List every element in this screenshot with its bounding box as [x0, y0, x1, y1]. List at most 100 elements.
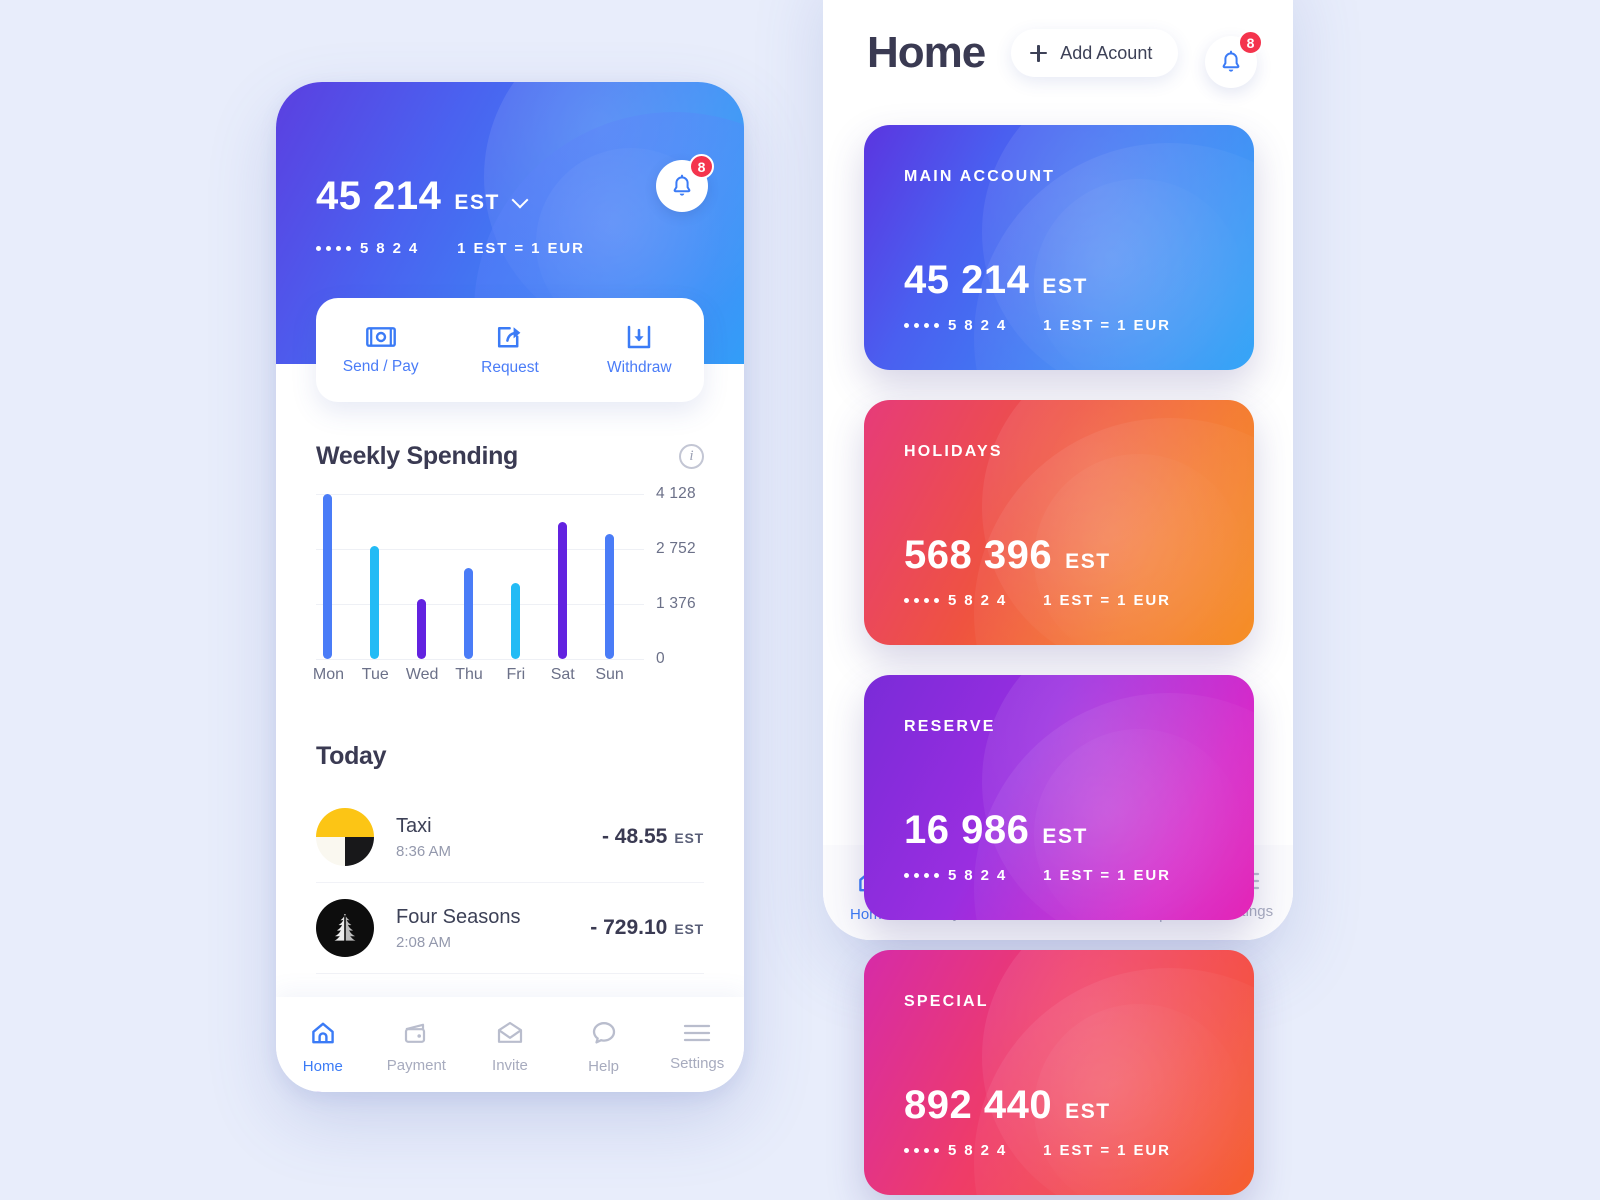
- action-request[interactable]: Request: [445, 324, 574, 377]
- card-mask-dots-icon: [904, 873, 939, 878]
- chart-bar[interactable]: [323, 494, 333, 659]
- account-balance-amount: 45 214: [904, 258, 1030, 302]
- account-card-last4: 5 8 2 4: [948, 317, 1008, 334]
- account-card-last4: 5 8 2 4: [948, 592, 1008, 609]
- transaction-time: 8:36 AM: [396, 842, 452, 860]
- account-name: SPECIAL: [904, 993, 989, 1010]
- chart-y-tick-label: 2 752: [656, 540, 696, 557]
- chart-bar[interactable]: [604, 533, 614, 659]
- account-balance: 568 396 EST: [904, 533, 1111, 578]
- four-seasons-avatar: [316, 899, 374, 957]
- action-send-pay[interactable]: Send / Pay: [316, 325, 445, 376]
- card-mask-dots-icon: [904, 1148, 939, 1153]
- chart-bar[interactable]: [510, 583, 520, 659]
- transaction-info: Four Seasons 2:08 AM: [396, 906, 590, 951]
- weekly-spending-chart: 0 1 376 2 752 4 128 Mon Tue Wed Thu Fri Sat Sun: [312, 485, 708, 683]
- account-balance-currency: EST: [1042, 275, 1088, 298]
- page-title: Home: [867, 28, 986, 77]
- account-exchange-rate: 1 EST = 1 EUR: [1043, 317, 1171, 334]
- chart-bar[interactable]: [370, 546, 380, 659]
- banknote-icon: [365, 326, 396, 347]
- nav-item-home[interactable]: Home: [276, 1020, 370, 1075]
- hero-balance[interactable]: 45 214 EST: [316, 174, 528, 219]
- account-name: MAIN ACCOUNT: [904, 168, 1056, 185]
- transaction-amount-currency: EST: [674, 830, 704, 846]
- chart-bar[interactable]: [464, 567, 473, 659]
- account-balance-currency: EST: [1065, 550, 1111, 573]
- plus-icon: [1030, 44, 1048, 62]
- action-label: Withdraw: [607, 358, 672, 376]
- account-balance-currency: EST: [1065, 1100, 1111, 1123]
- account-card[interactable]: SPECIAL 892 440 EST 5 8 2 4 1 EST = 1 EUR: [864, 950, 1254, 1195]
- account-name: RESERVE: [904, 718, 996, 735]
- transaction-amount-currency: EST: [674, 921, 704, 937]
- nav-item-payment[interactable]: Payment: [370, 1021, 464, 1074]
- account-card[interactable]: RESERVE 16 986 EST 5 8 2 4 1 EST = 1 EUR: [864, 675, 1254, 920]
- chart-y-tick-label: 4 128: [656, 485, 696, 502]
- account-card[interactable]: MAIN ACCOUNT 45 214 EST 5 8 2 4 1 EST = 1 EU…: [864, 125, 1254, 370]
- card-mask-dots-icon: [316, 246, 351, 251]
- today-title: Today: [316, 742, 387, 770]
- add-account-button[interactable]: Add Acount: [1011, 29, 1179, 77]
- home-icon: [310, 1020, 336, 1051]
- chart-bar[interactable]: [557, 521, 567, 659]
- chart-bars: [316, 494, 644, 659]
- chart-x-tick-label: Sat: [550, 666, 575, 683]
- chat-bubble-icon: [591, 1020, 617, 1051]
- account-name: HOLIDAYS: [904, 443, 1003, 460]
- account-card-last4: 5 8 2 4: [948, 867, 1008, 884]
- nav-item-invite[interactable]: Invite: [463, 1021, 557, 1074]
- account-exchange-rate: 1 EST = 1 EUR: [1043, 592, 1171, 609]
- left-phone-screen: 45 214 EST 5 8 2 4 1 EST = 1 EUR 8 Send …: [276, 82, 744, 1092]
- chart-x-tick-label: Wed: [405, 666, 439, 683]
- chart-bar[interactable]: [417, 599, 427, 659]
- account-card[interactable]: HOLIDAYS 568 396 EST 5 8 2 4 1 EST = 1 EUR: [864, 400, 1254, 645]
- chart-x-tick-label: Sun: [595, 666, 624, 683]
- transaction-info: Taxi 8:36 AM: [396, 815, 602, 860]
- account-balance-amount: 892 440: [904, 1083, 1053, 1127]
- action-label: Send / Pay: [342, 357, 419, 375]
- card-mask-dots-icon: [904, 323, 939, 328]
- account-card-number: 5 8 2 4: [904, 1142, 1007, 1159]
- envelope-icon: [496, 1021, 524, 1050]
- notification-badge: 8: [689, 154, 714, 179]
- chevron-down-icon[interactable]: [513, 192, 528, 207]
- transaction-name: Taxi: [396, 814, 432, 837]
- hero-balance-amount: 45 214: [316, 174, 442, 218]
- add-account-label: Add Acount: [1060, 42, 1153, 63]
- table-row[interactable]: Four Seasons 2:08 AM - 729.10 EST: [316, 883, 704, 974]
- action-withdraw[interactable]: Withdraw: [575, 324, 704, 377]
- wallet-icon: [403, 1021, 429, 1050]
- weekly-spending-title: Weekly Spending: [316, 442, 519, 470]
- notification-button[interactable]: 8: [1205, 30, 1263, 88]
- account-balance-amount: 568 396: [904, 533, 1053, 577]
- nav-item-label: Payment: [386, 1057, 446, 1074]
- account-balance: 45 214 EST: [904, 258, 1088, 303]
- account-balance-amount: 16 986: [904, 808, 1030, 852]
- nav-item-settings[interactable]: Settings: [650, 1023, 744, 1072]
- table-row[interactable]: Taxi 8:36 AM - 48.55 EST: [316, 792, 704, 883]
- bottom-navigation-bar: Home Payment Invite Help Settings: [276, 997, 744, 1092]
- chart-y-tick-label: 0: [656, 650, 665, 667]
- chart-x-tick-label: Mon: [312, 666, 344, 683]
- info-circle-icon[interactable]: i: [679, 444, 704, 469]
- download-box-icon: [628, 325, 651, 348]
- account-exchange-rate: 1 EST = 1 EUR: [1043, 867, 1171, 884]
- chart-x-tick-label: Tue: [361, 666, 389, 683]
- hero-balance-currency: EST: [454, 191, 500, 214]
- bell-icon: [673, 174, 691, 196]
- chart-x-tick-label: Thu: [455, 666, 483, 683]
- hero-exchange-rate: 1 EST = 1 EUR: [457, 240, 585, 257]
- transaction-name: Four Seasons: [396, 905, 521, 928]
- chart-x-tick-label: Fri: [506, 666, 526, 683]
- account-balance: 892 440 EST: [904, 1083, 1111, 1128]
- nav-item-help[interactable]: Help: [557, 1020, 651, 1075]
- notification-button[interactable]: 8: [656, 154, 714, 212]
- action-label: Request: [481, 358, 539, 376]
- nav-item-label: Settings: [670, 1055, 725, 1072]
- share-out-icon: [497, 326, 521, 347]
- hero-card-details: 5 8 2 4 1 EST = 1 EUR: [316, 240, 585, 257]
- account-card-number: 5 8 2 4: [904, 592, 1007, 609]
- account-details: 5 8 2 4 1 EST = 1 EUR: [904, 867, 1171, 884]
- chart-gridline: [316, 659, 644, 660]
